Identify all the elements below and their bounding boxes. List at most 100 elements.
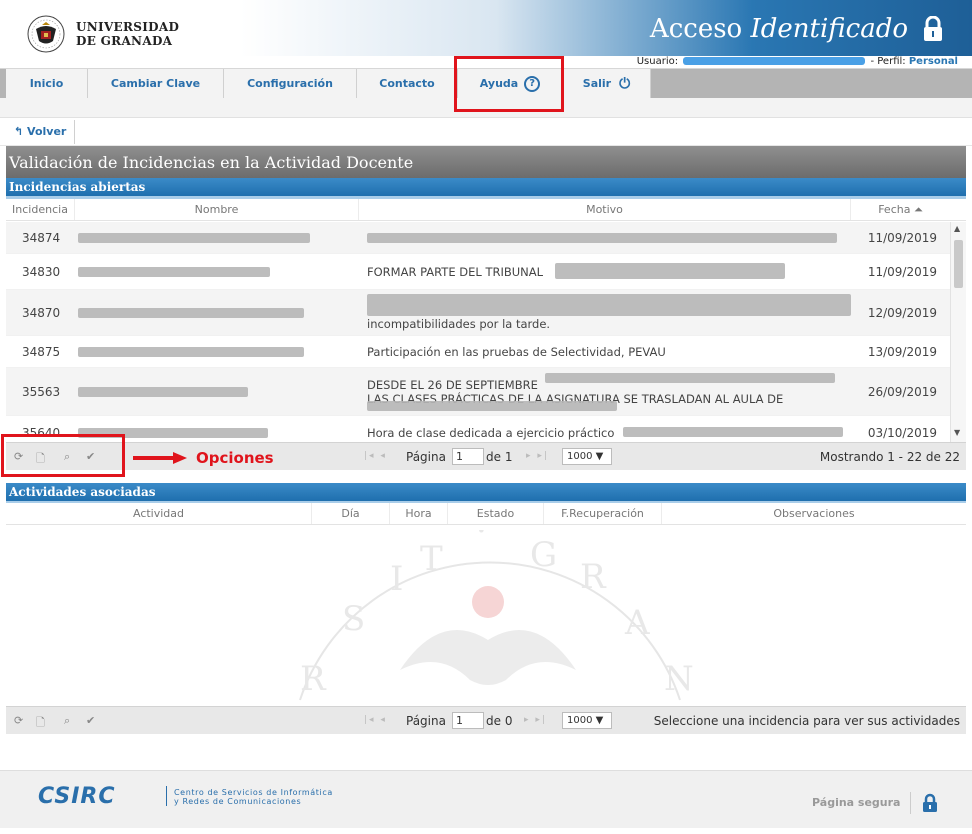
svg-text:T: T	[420, 539, 443, 579]
first-prev-page-icons[interactable]: |◂ ◂	[364, 451, 387, 461]
page-label: Página	[406, 714, 446, 728]
nav-item-cambiar-clave[interactable]: Cambiar Clave	[88, 69, 224, 99]
profile-label: - Perfil:	[870, 56, 906, 67]
nav-item-inicio[interactable]: Inicio	[6, 69, 88, 99]
svg-text:G: G	[530, 535, 557, 575]
svg-text:R: R	[300, 659, 327, 699]
col-header-observaciones[interactable]: Observaciones	[662, 503, 966, 524]
scroll-up-icon[interactable]: ▲	[954, 224, 960, 233]
page-count: de 0	[486, 714, 513, 728]
rows-per-page-select[interactable]: 1000 ▼	[562, 448, 612, 465]
search-icon[interactable]: ⌕	[64, 714, 70, 728]
table-row[interactable]: 34870 incompatibilidades por la tarde. 1…	[6, 290, 966, 336]
scroll-down-icon[interactable]: ▼	[954, 428, 960, 437]
cell-nombre	[76, 368, 359, 415]
university-watermark-icon: RSI T·G RAN	[299, 530, 694, 701]
redacted-name	[78, 347, 304, 357]
page-number-input[interactable]: 1	[452, 712, 484, 729]
table-row[interactable]: 35640 Hora de clase dedicada a ejercicio…	[6, 416, 966, 442]
col-header-hora[interactable]: Hora	[390, 503, 448, 524]
highlight-ayuda-box	[454, 56, 564, 112]
col-header-incidencia[interactable]: Incidencia	[6, 199, 75, 220]
section-title-incidencias: Incidencias abiertas	[6, 178, 966, 199]
cell-nombre	[76, 254, 359, 289]
svg-text:A: A	[624, 603, 650, 643]
cell-id: 34830	[22, 264, 61, 279]
secure-lock-icon	[923, 793, 937, 812]
toolbar	[0, 118, 972, 146]
col-header-nombre[interactable]: Nombre	[75, 199, 359, 220]
incidencias-grid: 34874 11/09/2019 34830 FORMAR PARTE DEL …	[6, 222, 966, 442]
chevron-down-icon: ▼	[595, 715, 604, 726]
redacted-name	[78, 233, 310, 243]
table-row[interactable]: 35563 DESDE EL 26 DE SEPTIEMBRE LAS CLAS…	[6, 368, 966, 416]
first-prev-page-icons[interactable]: |◂ ◂	[364, 715, 387, 725]
table-row[interactable]: 34875 Participación en las pruebas de Se…	[6, 336, 966, 368]
scroll-thumb[interactable]	[954, 240, 963, 288]
rows-per-page-select[interactable]: 1000 ▼	[562, 712, 612, 729]
records-info: Seleccione una incidencia para ver sus a…	[653, 714, 960, 728]
cell-motivo	[359, 222, 851, 253]
grid-scrollbar[interactable]: ▲ ▼	[950, 222, 966, 442]
sort-icon: ⏶	[913, 203, 923, 216]
col-header-dia[interactable]: Día	[312, 503, 390, 524]
csirc-tagline-2: y Redes de Comunicaciones	[174, 797, 302, 806]
document-icon[interactable]: 🗋	[36, 714, 45, 733]
cell-fecha: 13/09/2019	[867, 344, 937, 359]
next-last-page-icons[interactable]: ▸ ▸|	[526, 451, 549, 461]
records-info: Mostrando 1 - 22 de 22	[819, 450, 960, 464]
cell-fecha: 11/09/2019	[867, 230, 937, 245]
col-header-motivo[interactable]: Motivo	[359, 199, 851, 220]
col-header-fecha-label: Fecha	[878, 203, 911, 216]
cell-motivo: Participación en las pruebas de Selectiv…	[367, 344, 666, 359]
nav-item-contacto[interactable]: Contacto	[357, 69, 458, 99]
refresh-icon[interactable]: ⟳	[14, 714, 23, 727]
col-header-fecha[interactable]: Fecha ⏶	[851, 199, 950, 220]
table-row[interactable]: 34830 FORMAR PARTE DEL TRIBUNAL 11/09/20…	[6, 254, 966, 290]
actividades-table-header: Actividad Día Hora Estado F.Recuperación…	[6, 503, 966, 525]
cell-id: 34870	[22, 305, 61, 320]
redacted-name	[78, 267, 270, 277]
incidencias-table-header: Incidencia Nombre Motivo Fecha ⏶	[6, 199, 966, 221]
back-button[interactable]: ↰ Volver	[6, 120, 76, 144]
power-icon: ⏻	[619, 76, 631, 92]
col-header-actividad[interactable]: Actividad	[6, 503, 312, 524]
cell-motivo: incompatibilidades por la tarde.	[359, 290, 851, 335]
table-row[interactable]: 34874 11/09/2019	[6, 222, 966, 254]
page-title: Validación de Incidencias en la Activida…	[6, 146, 966, 178]
cell-id: 34875	[22, 344, 61, 359]
motivo-text: Hora de clase dedicada a ejercicio práct…	[367, 425, 615, 440]
redacted-name	[78, 308, 304, 318]
options-annotation: Opciones	[196, 449, 274, 467]
col-header-estado[interactable]: Estado	[448, 503, 544, 524]
page-label: Página	[406, 450, 446, 464]
app-title-italic: Identificado	[750, 14, 908, 44]
svg-text:S: S	[342, 599, 365, 639]
cell-nombre	[76, 290, 359, 335]
app-title-plain: Acceso	[649, 14, 743, 44]
arrow-icon	[133, 452, 187, 464]
nav-item-configuracion[interactable]: Configuración	[224, 69, 357, 99]
col-header-f-recuperacion[interactable]: F.Recuperación	[544, 503, 662, 524]
section-title-actividades: Actividades asociadas	[6, 483, 966, 504]
page-number-input[interactable]: 1	[452, 448, 484, 465]
svg-text:·: ·	[476, 530, 487, 551]
next-last-page-icons[interactable]: ▸ ▸|	[524, 715, 547, 725]
page-count: de 1	[486, 450, 513, 464]
user-label: Usuario:	[636, 56, 679, 67]
nav-item-salir[interactable]: Salir ⏻	[563, 69, 651, 99]
cell-nombre	[76, 222, 359, 253]
cell-fecha: 12/09/2019	[867, 305, 937, 320]
highlight-options-box	[1, 434, 125, 477]
page: UNIVERSIDAD DE GRANADA Acceso Identifica…	[0, 0, 972, 834]
redacted-motivo	[555, 263, 785, 279]
nav-label: Configuración	[247, 77, 333, 90]
redacted-motivo	[623, 427, 843, 437]
nav-label: Inicio	[29, 77, 64, 90]
footer-divider	[166, 786, 167, 806]
secure-page-label: Página segura	[812, 796, 901, 809]
check-icon[interactable]: ✔	[86, 714, 95, 727]
actividades-pager: ⟳ 🗋 ⌕ ✔ |◂ ◂ Página 1 de 0 ▸ ▸| 1000 ▼ S…	[6, 706, 966, 734]
university-name-line2: DE GRANADA	[76, 34, 173, 48]
redacted-motivo	[367, 233, 837, 243]
